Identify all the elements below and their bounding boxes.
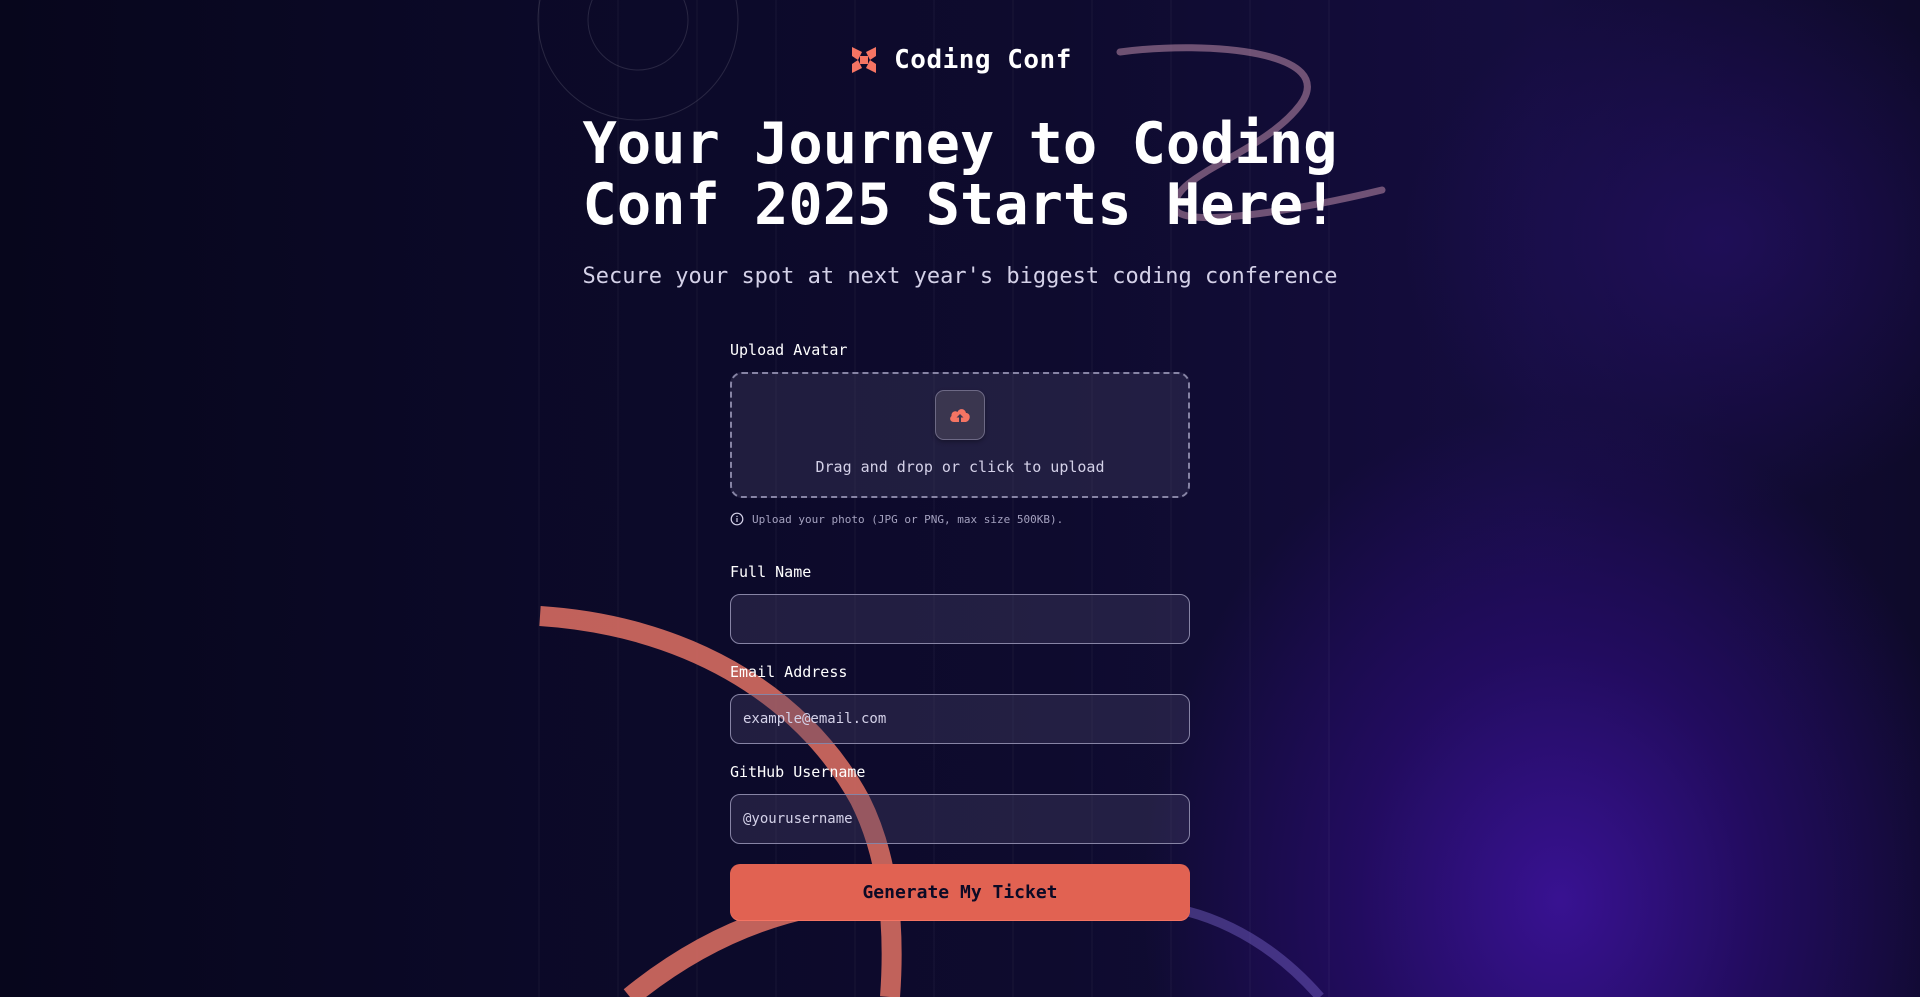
full-name-group: Full Name	[730, 562, 1190, 644]
github-username-field[interactable]	[730, 794, 1190, 844]
page-title: Your Journey to Coding Conf 2025 Starts …	[582, 111, 1338, 238]
cloud-upload-icon	[950, 409, 970, 422]
info-icon	[730, 512, 744, 526]
generate-ticket-button[interactable]: Generate My Ticket	[730, 864, 1190, 920]
ticket-form: Upload Avatar Drag and drop or click to …	[730, 340, 1190, 920]
github-group: GitHub Username	[730, 762, 1190, 844]
avatar-upload-dropzone[interactable]: Drag and drop or click to upload	[730, 372, 1190, 498]
coding-conf-logo-icon	[852, 47, 877, 73]
github-label: GitHub Username	[730, 763, 866, 781]
full-name-label: Full Name	[730, 563, 812, 581]
email-group: Email Address	[730, 662, 1190, 744]
upload-icon-tile	[935, 390, 985, 440]
full-name-field[interactable]	[730, 594, 1190, 644]
avatar-label: Upload Avatar	[730, 341, 848, 359]
upload-instructions: Drag and drop or click to upload	[815, 458, 1105, 476]
avatar-hint: Upload your photo (JPG or PNG, max size …	[730, 510, 1190, 528]
email-label: Email Address	[730, 663, 848, 681]
brand-name: Coding Conf	[894, 45, 1072, 75]
email-field[interactable]	[730, 694, 1190, 744]
header: Coding Conf	[0, 44, 1920, 76]
page-subtitle: Secure your spot at next year's biggest …	[582, 264, 1338, 289]
avatar-hint-text: Upload your photo (JPG or PNG, max size …	[752, 512, 1064, 526]
